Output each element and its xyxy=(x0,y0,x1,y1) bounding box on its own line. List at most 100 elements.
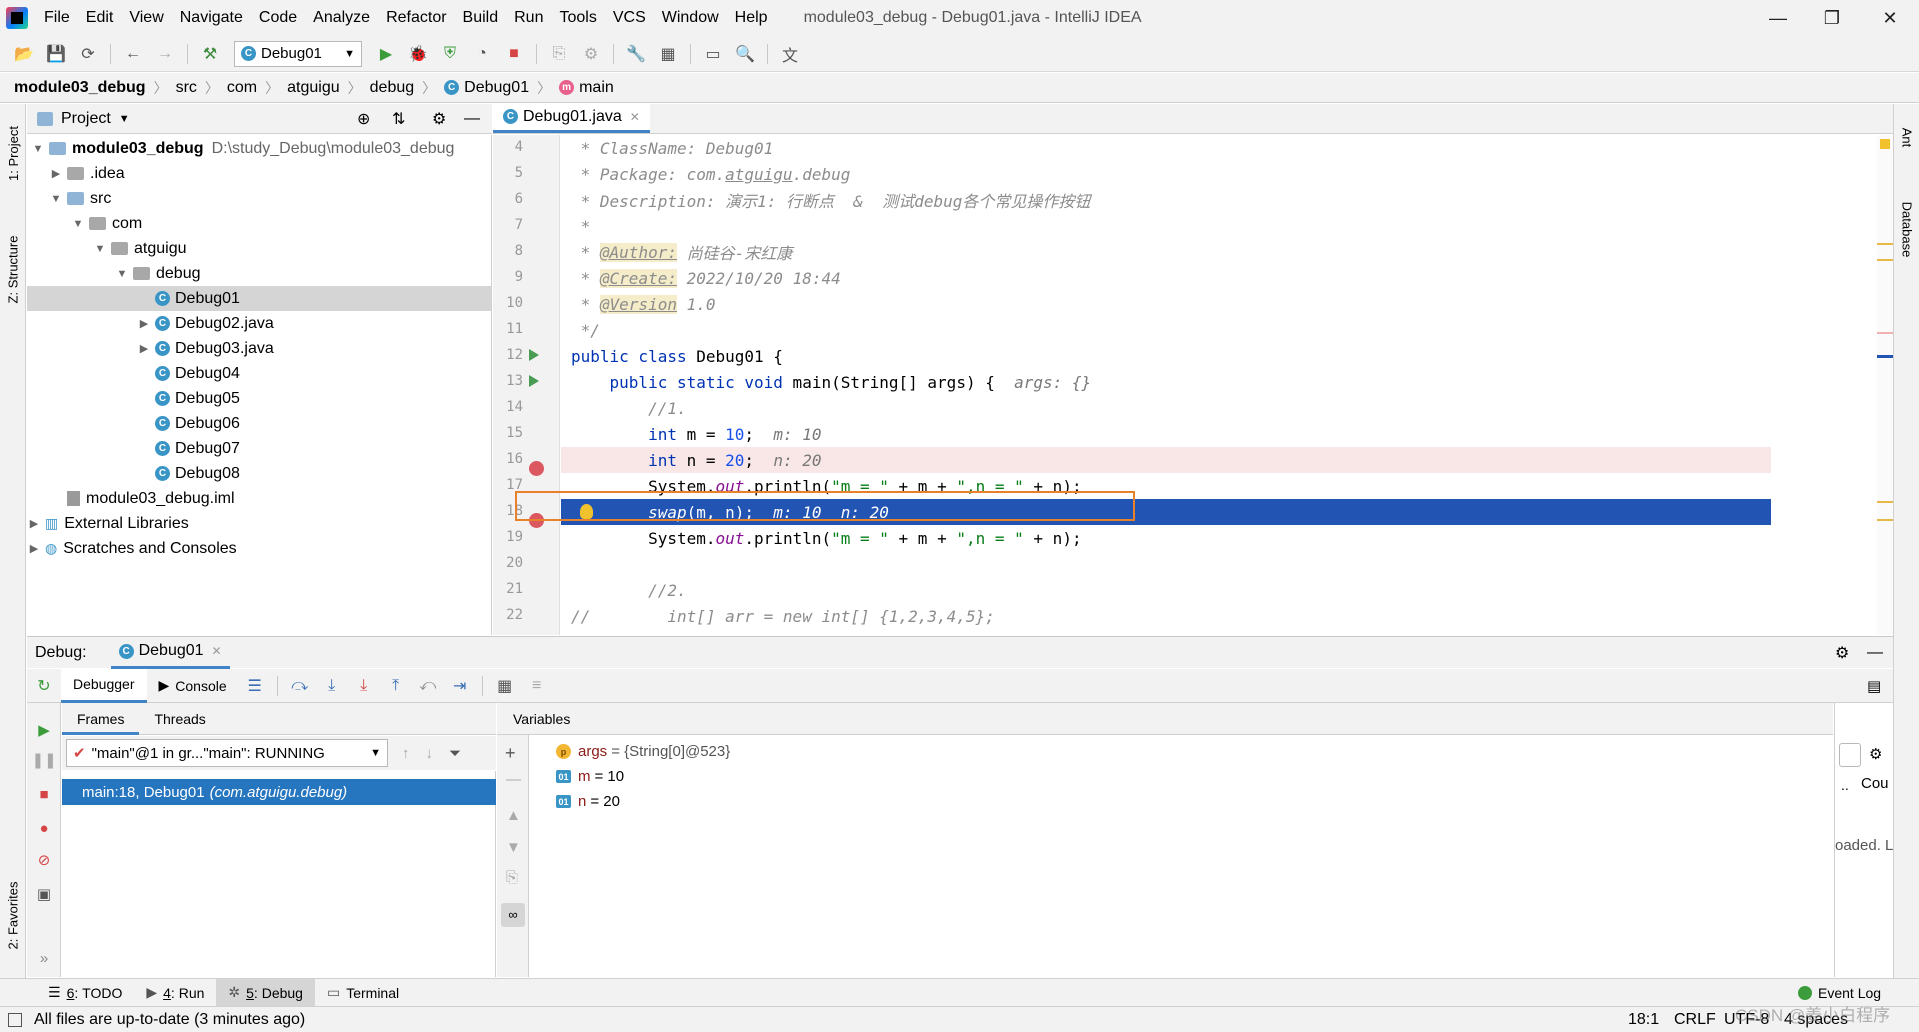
filter-icon[interactable]: ⏷ xyxy=(449,745,461,762)
view-breakpoints-icon[interactable]: ● xyxy=(33,817,55,839)
breakpoint-icon[interactable] xyxy=(529,461,544,476)
stop-icon[interactable]: ■ xyxy=(501,41,527,67)
tab-debugger[interactable]: Debugger xyxy=(61,668,147,703)
editor-scrollbar[interactable] xyxy=(1877,135,1893,635)
tree-node-src[interactable]: ▼ src xyxy=(27,186,491,211)
project-structure-icon[interactable]: ▦ xyxy=(655,41,681,67)
chevron-down-icon[interactable]: ▼ xyxy=(119,113,130,125)
breadcrumb-class[interactable]: C Debug01 xyxy=(444,79,529,97)
variable-row[interactable]: 01 n = 20 xyxy=(556,789,620,814)
hide-panel-icon[interactable]: — xyxy=(1867,644,1883,662)
copy-icon[interactable]: ⎘ xyxy=(506,869,518,886)
caret-position[interactable]: 18:1 xyxy=(1628,1011,1659,1029)
tree-node-iml[interactable]: module03_debug.iml xyxy=(27,486,491,511)
menu-navigate[interactable]: Navigate xyxy=(172,9,251,27)
arrow-up-icon[interactable]: ↑ xyxy=(402,745,410,762)
expand-arrow-icon[interactable]: ▶ xyxy=(137,317,151,330)
tool-tab-database[interactable]: Database xyxy=(1894,184,1919,274)
run-main-icon[interactable] xyxy=(529,375,539,387)
variable-row[interactable]: 01 m = 10 xyxy=(556,764,624,789)
expand-arrow-icon[interactable]: ▼ xyxy=(93,243,107,255)
tree-node-debug05[interactable]: C Debug05 xyxy=(27,386,491,411)
menu-edit[interactable]: Edit xyxy=(78,9,122,27)
forward-icon[interactable]: → xyxy=(152,41,178,67)
tool-tab-structure[interactable]: Z: Structure xyxy=(0,214,26,324)
menu-code[interactable]: Code xyxy=(251,9,305,27)
project-view-title[interactable]: Project xyxy=(61,110,111,128)
tree-node-debug06[interactable]: C Debug06 xyxy=(27,411,491,436)
search-icon[interactable]: 🔍 xyxy=(732,41,758,67)
line-separator[interactable]: CRLF xyxy=(1674,1011,1716,1029)
menu-help[interactable]: Help xyxy=(727,9,776,27)
tab-frames[interactable]: Frames xyxy=(62,703,140,735)
back-icon[interactable]: ← xyxy=(120,41,146,67)
expand-arrow-icon[interactable]: ▶ xyxy=(27,542,41,555)
inspection-status-icon[interactable] xyxy=(1880,139,1890,149)
tree-node-com[interactable]: ▼ com xyxy=(27,211,491,236)
layout-settings-icon[interactable]: ▤ xyxy=(1867,677,1881,695)
tree-node-debug02[interactable]: ▶ C Debug02.java xyxy=(27,311,491,336)
add-watch-icon[interactable]: + xyxy=(505,743,516,764)
step-over-icon[interactable]: ⤼ xyxy=(287,673,313,699)
open-folder-icon[interactable]: 📂 xyxy=(11,41,37,67)
menu-window[interactable]: Window xyxy=(654,9,727,27)
run-to-cursor-icon[interactable]: ⇥ xyxy=(447,673,473,699)
breadcrumb-atguigu[interactable]: atguigu xyxy=(287,79,340,97)
breadcrumb-method[interactable]: m main xyxy=(559,79,614,97)
collapse-all-icon[interactable]: ⇅ xyxy=(392,109,405,129)
menu-build[interactable]: Build xyxy=(455,9,507,27)
mute-breakpoints-icon[interactable]: ⊘ xyxy=(33,849,55,871)
tree-node-root[interactable]: ▼ module03_debug D:\study_Debug\module03… xyxy=(27,136,491,161)
step-into-icon[interactable]: ⤓ xyxy=(319,673,345,699)
evaluate-expression-icon[interactable]: ▦ xyxy=(492,673,518,699)
editor-gutter[interactable]: 4 5 6 7 8 9 10 11 12 13 14 15 16 17 18 1… xyxy=(493,135,560,635)
tool-tab-run[interactable]: ▶ 4: Run xyxy=(134,979,216,1007)
run-class-icon[interactable] xyxy=(529,349,539,361)
status-panel-icon[interactable] xyxy=(8,1012,22,1027)
profile-icon[interactable]: ◔ xyxy=(469,41,495,67)
breadcrumb-com[interactable]: com xyxy=(227,79,257,97)
close-tab-icon[interactable]: ✕ xyxy=(630,110,640,124)
remove-watch-icon[interactable]: — xyxy=(506,771,521,788)
expand-arrow-icon[interactable]: ▼ xyxy=(71,218,85,230)
run-icon[interactable]: ▶ xyxy=(373,41,399,67)
sync-icon[interactable]: ⟳ xyxy=(75,41,101,67)
menu-analyze[interactable]: Analyze xyxy=(305,9,378,27)
menu-run[interactable]: Run xyxy=(506,9,551,27)
tree-node-debug03[interactable]: ▶ C Debug03.java xyxy=(27,336,491,361)
tree-node-idea[interactable]: ▶ .idea xyxy=(27,161,491,186)
tab-threads[interactable]: Threads xyxy=(139,711,220,727)
expand-arrow-icon[interactable]: ▶ xyxy=(137,342,151,355)
move-up-icon[interactable]: ▲ xyxy=(506,807,521,824)
menu-tools[interactable]: Tools xyxy=(551,9,604,27)
drop-frame-icon[interactable]: ⤺ xyxy=(415,673,441,699)
tree-node-debug[interactable]: ▼ debug xyxy=(27,261,491,286)
close-icon[interactable]: ✕ xyxy=(1865,0,1915,36)
gear-icon[interactable]: ⚙ xyxy=(1835,643,1849,663)
menu-file[interactable]: File xyxy=(36,9,78,27)
tree-node-debug04[interactable]: C Debug04 xyxy=(27,361,491,386)
terminal-icon[interactable]: ▭ xyxy=(700,41,726,67)
vcs-update-icon[interactable]: ⎘ xyxy=(546,41,572,67)
pause-icon[interactable]: ❚❚ xyxy=(31,749,56,771)
build-hammer-icon[interactable]: ⚒ xyxy=(197,41,223,67)
breadcrumb-src[interactable]: src xyxy=(176,79,197,97)
move-down-icon[interactable]: ▼ xyxy=(506,839,521,856)
coverage-icon[interactable]: ⛨ xyxy=(437,41,463,67)
search-field[interactable] xyxy=(1839,743,1861,767)
rerun-icon[interactable]: ↻ xyxy=(27,676,61,696)
close-tab-icon[interactable]: ✕ xyxy=(212,644,222,658)
menu-vcs[interactable]: VCS xyxy=(605,9,654,27)
expand-arrow-icon[interactable]: ▶ xyxy=(27,517,41,530)
minimize-icon[interactable]: — xyxy=(1753,0,1803,36)
hide-panel-icon[interactable]: — xyxy=(464,110,480,128)
variable-row[interactable]: p args = {String[0]@523} xyxy=(556,739,730,764)
locate-icon[interactable]: ⊕ xyxy=(357,109,370,129)
tree-node-scratches[interactable]: ▶ ◍ Scratches and Consoles xyxy=(27,536,491,561)
menu-lines-icon[interactable]: ☰ xyxy=(242,673,268,699)
thread-select[interactable]: ✔ "main"@1 in gr..."main": RUNNING ▼ xyxy=(66,739,388,767)
arrow-down-icon[interactable]: ↓ xyxy=(426,745,434,762)
tool-tab-terminal[interactable]: ▭ Terminal xyxy=(315,979,411,1007)
glasses-icon[interactable]: ∞ xyxy=(501,903,525,927)
expand-arrow-icon[interactable]: ▶ xyxy=(49,167,63,180)
